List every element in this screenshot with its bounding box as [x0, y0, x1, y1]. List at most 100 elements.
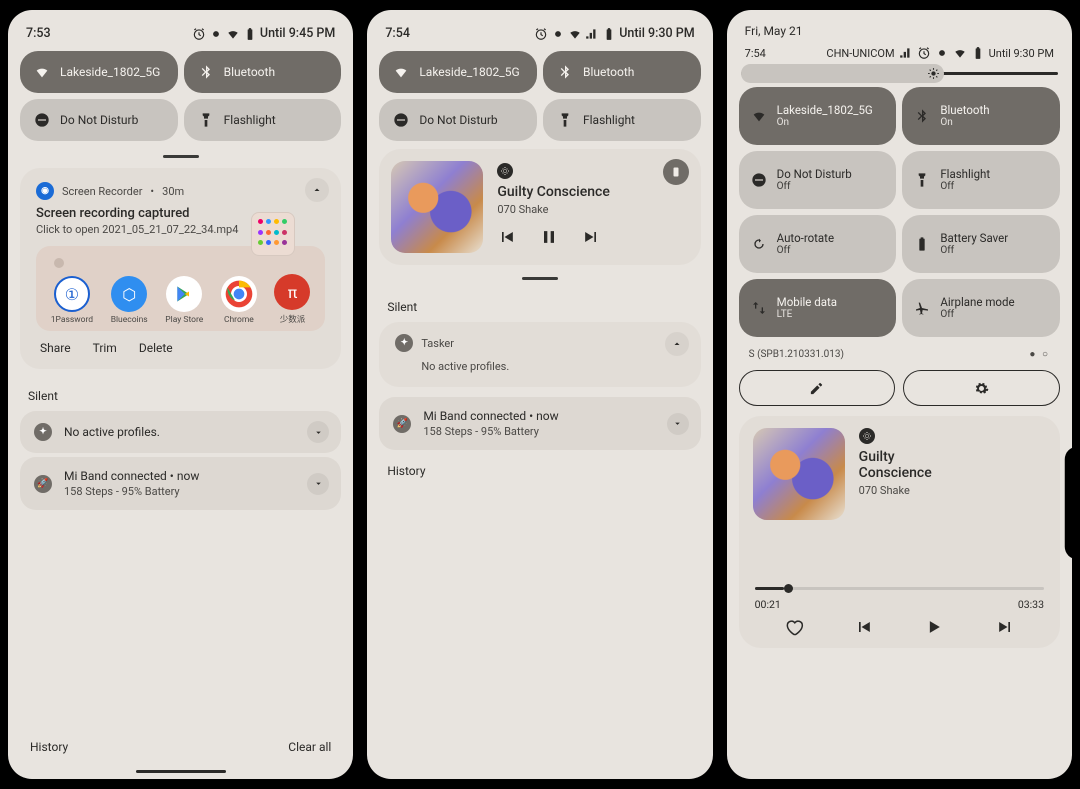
panel-notification-shade-2: 7:54 Until 9:30 PM Lakeside_1802_5G Blue… [367, 10, 712, 779]
wifi-icon [568, 27, 582, 41]
seek-bar[interactable] [755, 587, 1044, 590]
prev-button[interactable] [854, 617, 874, 640]
next-button[interactable] [581, 227, 601, 250]
bluetooth-icon [914, 108, 930, 124]
prev-button[interactable] [497, 227, 517, 250]
share-playstore[interactable]: Play Store [165, 276, 203, 325]
tile-battery[interactable]: Battery SaverOff [902, 215, 1060, 273]
tasker-icon: ✦ [34, 423, 52, 441]
action-trim[interactable]: Trim [93, 341, 117, 355]
camera-icon: ◉ [36, 182, 54, 200]
tile-dnd[interactable]: Do Not Disturb [20, 99, 178, 141]
tile-dnd[interactable]: Do Not Disturb [379, 99, 537, 141]
track-artist: 070 Shake [859, 484, 932, 497]
like-button[interactable] [784, 617, 804, 640]
signal-icon [899, 46, 913, 60]
tile-wifi[interactable]: Lakeside_1802_5G [379, 51, 537, 93]
tile-rotate[interactable]: Auto-rotateOff [739, 215, 897, 273]
clock: 7:53 [26, 26, 51, 41]
alarm-until: Until 9:30 PM [619, 26, 694, 41]
notif-tasker[interactable]: ✦ No active profiles. [20, 411, 341, 453]
alarm-icon [192, 27, 206, 41]
settings-button[interactable] [903, 370, 1060, 406]
output-device-button[interactable] [946, 428, 1072, 581]
share-bluecoins[interactable]: ⬡Bluecoins [111, 276, 148, 325]
collapse-button[interactable] [305, 178, 329, 202]
notif-screen-recorder[interactable]: ◉ Screen Recorder • 30m Screen recording… [20, 168, 341, 369]
spotify-icon [497, 163, 513, 179]
notif-app: Screen Recorder [62, 185, 142, 198]
rotate-icon [751, 236, 767, 252]
quick-settings-grid: Lakeside_1802_5GOn BluetoothOn Do Not Di… [739, 87, 1060, 337]
history-button[interactable]: History [30, 740, 68, 754]
bug-icon [935, 46, 949, 60]
share-chrome[interactable]: Chrome [221, 276, 257, 325]
date: Fri, May 21 [739, 22, 1060, 42]
tile-wifi[interactable]: Lakeside_1802_5G [20, 51, 178, 93]
output-device-button[interactable] [663, 159, 689, 185]
wifi-icon [226, 27, 240, 41]
share-1password[interactable]: ①1Password [51, 276, 93, 325]
tasker-icon: ✦ [395, 334, 413, 352]
track-title: Guilty Conscience [859, 449, 932, 481]
tile-flashlight[interactable]: Flashlight [184, 99, 342, 141]
notif-miband[interactable]: 🚀 Mi Band connected • now 158 Steps - 95… [379, 397, 700, 450]
next-button[interactable] [995, 617, 1015, 640]
tile-airplane[interactable]: Airplane modeOff [902, 279, 1060, 337]
wifi-icon [751, 108, 767, 124]
play-button[interactable] [924, 617, 944, 640]
edit-tiles-button[interactable] [739, 370, 896, 406]
share-sspai[interactable]: π少数派 [274, 274, 310, 325]
bug-icon [209, 27, 223, 41]
build-label: S (SPB1.210331.013) [749, 349, 844, 360]
share-sheet: ①1Password ⬡Bluecoins Play Store Chrome … [36, 246, 325, 331]
tile-bluetooth[interactable]: Bluetooth [543, 51, 701, 93]
pause-button[interactable] [539, 227, 559, 250]
tile-wifi[interactable]: Lakeside_1802_5GOn [739, 87, 897, 145]
expand-button[interactable] [307, 473, 329, 495]
share-hint-dot [54, 258, 64, 268]
media-card[interactable]: Guilty Conscience 070 Shake 00:21 03:33 [739, 416, 1060, 648]
expand-button[interactable] [667, 413, 689, 435]
status-bar: 7:53 Until 9:45 PM [20, 22, 341, 51]
drag-handle[interactable] [522, 277, 558, 280]
clock: 7:54 [385, 26, 410, 41]
spotify-icon [859, 428, 875, 444]
album-art [391, 161, 483, 253]
carrier: CHN-UNICOM [826, 47, 894, 60]
page-indicator[interactable]: ● ○ [1029, 349, 1050, 360]
action-share[interactable]: Share [40, 341, 71, 355]
action-delete[interactable]: Delete [139, 341, 173, 355]
battery-icon [602, 27, 616, 41]
expand-button[interactable] [307, 421, 329, 443]
history-button[interactable]: History [379, 454, 700, 486]
time-total: 03:33 [1018, 598, 1044, 611]
signal-icon [585, 27, 599, 41]
notif-tasker[interactable]: ✦ Tasker No active profiles. [379, 322, 700, 387]
media-card[interactable]: Guilty Conscience 070 Shake [379, 149, 700, 265]
tile-flash[interactable]: FlashlightOff [902, 151, 1060, 209]
panel-quick-settings-expanded: Fri, May 21 7:54 CHN-UNICOM Until 9:30 P… [727, 10, 1072, 779]
brightness-slider[interactable] [741, 72, 1058, 75]
nav-handle[interactable] [136, 770, 226, 773]
quick-settings: Lakeside_1802_5G Bluetooth Do Not Distur… [20, 51, 341, 141]
bug-icon [551, 27, 565, 41]
notif-miband[interactable]: 🚀 Mi Band connected • now 158 Steps - 95… [20, 457, 341, 510]
section-silent: Silent [379, 290, 700, 322]
thumbnail[interactable] [251, 212, 295, 256]
alarm-icon [917, 46, 931, 60]
tile-flashlight[interactable]: Flashlight [543, 99, 701, 141]
drag-handle[interactable] [163, 155, 199, 158]
clear-all-button[interactable]: Clear all [288, 740, 331, 754]
status-bar: 7:54 Until 9:30 PM [379, 22, 700, 51]
airplane-icon [914, 300, 930, 316]
tile-dnd[interactable]: Do Not DisturbOff [739, 151, 897, 209]
rocket-icon: 🚀 [34, 475, 52, 493]
battery-icon [243, 27, 257, 41]
alarm-icon [534, 27, 548, 41]
brightness-icon [927, 67, 940, 80]
tile-bluetooth[interactable]: BluetoothOn [902, 87, 1060, 145]
tile-data[interactable]: Mobile dataLTE [739, 279, 897, 337]
tile-bluetooth[interactable]: Bluetooth [184, 51, 342, 93]
collapse-button[interactable] [665, 332, 689, 356]
